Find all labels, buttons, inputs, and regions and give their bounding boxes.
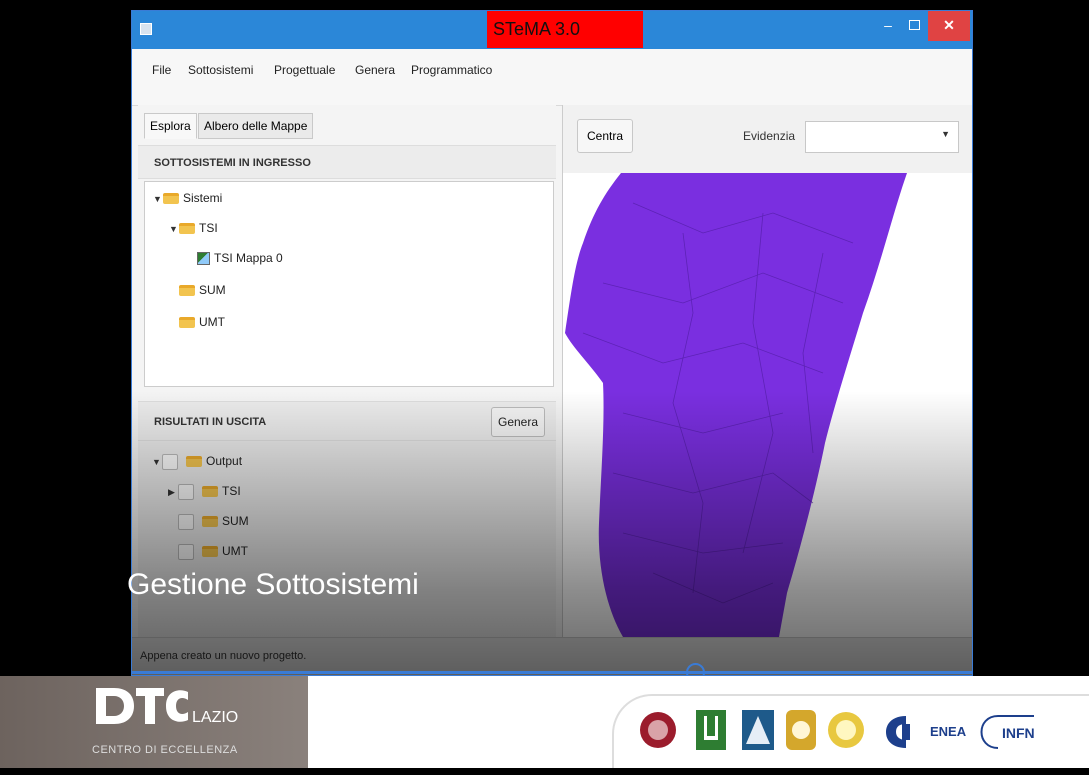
menu-bar: File Sottosistemi Progettuale Genera Pro… <box>132 49 972 106</box>
tuscia-logo <box>828 712 864 748</box>
evidenzia-label: Evidenzia <box>743 129 796 143</box>
partner-logos-graphic: ENEA INFN <box>640 710 1035 750</box>
tree-item-output[interactable]: ▼ Output <box>152 451 242 471</box>
title-bar: STeMA 3.0 – ✕ <box>132 11 972 49</box>
status-bar: Appena creato un nuovo progetto. <box>132 637 972 675</box>
left-panel: Esplora Albero delle Mappe SOTTOSISTEMI … <box>138 105 556 637</box>
menu-programmatico[interactable]: Programmatico <box>411 63 492 77</box>
maximize-icon <box>908 20 920 30</box>
centra-button[interactable]: Centra <box>577 119 633 153</box>
folder-icon <box>163 193 179 205</box>
folder-icon <box>179 223 195 235</box>
folder-icon <box>202 486 218 498</box>
menu-sottosistemi[interactable]: Sottosistemi <box>188 63 253 77</box>
umt-checkbox[interactable] <box>178 543 194 560</box>
map-panel: Centra Evidenzia ▼ <box>562 105 973 637</box>
menu-genera[interactable]: Genera <box>355 63 395 77</box>
folder-icon <box>186 456 202 468</box>
dtc-subtitle: CENTRO DI ECCELLENZA <box>92 744 238 756</box>
video-caption: Gestione Sottosistemi <box>127 568 419 601</box>
close-button[interactable]: ✕ <box>928 11 970 41</box>
footer-banner: LAZIO CENTRO DI ECCELLENZA ENEA INFN <box>0 676 1089 768</box>
tree-item-tsi-mappa-0[interactable]: TSI Mappa 0 <box>197 248 283 268</box>
tab-albero-mappe[interactable]: Albero delle Mappe <box>198 113 314 139</box>
tree-item-output-umt[interactable]: UMT <box>178 541 248 561</box>
tree-item-umt[interactable]: UMT <box>179 312 225 332</box>
sapienza-logo <box>640 712 676 748</box>
cassino-logo <box>786 710 816 750</box>
dtc-band: LAZIO CENTRO DI ECCELLENZA <box>0 676 308 768</box>
expand-arrow-icon[interactable]: ▼ <box>152 452 162 472</box>
infn-logo-text: INFN <box>1002 725 1035 741</box>
outputs-section-title: RISULTATI IN USCITA <box>154 416 267 428</box>
outputs-tree: ▼ Output ▶ TSI SUM UMT <box>138 441 556 637</box>
enea-logo-text: ENEA <box>930 724 967 739</box>
collapse-arrow-icon[interactable]: ▶ <box>168 482 178 502</box>
tor-vergata-logo <box>696 710 726 750</box>
tree-item-sistemi[interactable]: ▼ Sistemi <box>153 188 222 208</box>
lazio-text: LAZIO <box>192 709 238 726</box>
partner-logos: ENEA INFN <box>612 694 1089 768</box>
region-map[interactable] <box>563 173 973 637</box>
app-icon <box>140 23 152 35</box>
genera-button[interactable]: Genera <box>491 407 545 437</box>
video-progress-bar[interactable] <box>131 671 973 674</box>
folder-icon <box>179 317 195 329</box>
inputs-tree: ▼ Sistemi ▼ TSI TSI Mappa 0 SUM UMT <box>144 181 554 387</box>
map-file-icon <box>197 252 210 266</box>
roma-tre-logo <box>742 710 774 750</box>
tsi-checkbox[interactable] <box>178 483 194 500</box>
tree-item-output-sum[interactable]: SUM <box>178 511 249 531</box>
menu-file[interactable]: File <box>152 63 171 77</box>
tree-item-output-tsi[interactable]: ▶ TSI <box>168 481 241 501</box>
maximize-button[interactable] <box>902 11 926 41</box>
map-region-shape[interactable] <box>565 173 907 637</box>
tree-item-tsi[interactable]: ▼ TSI <box>169 218 218 238</box>
folder-icon <box>202 516 218 528</box>
tab-esplora[interactable]: Esplora <box>144 113 197 139</box>
window-title: STeMA 3.0 <box>487 11 643 48</box>
output-checkbox[interactable] <box>162 453 178 470</box>
chevron-down-icon: ▼ <box>941 129 950 139</box>
evidenzia-select[interactable]: ▼ <box>805 121 959 153</box>
inputs-section-header: SOTTOSISTEMI IN INGRESSO <box>138 145 556 179</box>
map-canvas[interactable] <box>563 173 973 637</box>
folder-icon <box>202 546 218 558</box>
folder-icon <box>179 285 195 297</box>
expand-arrow-icon[interactable]: ▼ <box>153 189 163 209</box>
sum-checkbox[interactable] <box>178 513 194 530</box>
menu-progettuale[interactable]: Progettuale <box>274 63 335 77</box>
dtc-lazio-logo: LAZIO <box>96 688 238 726</box>
outputs-section-header: RISULTATI IN USCITA Genera <box>138 401 556 441</box>
expand-arrow-icon[interactable]: ▼ <box>169 219 179 239</box>
cnr-logo <box>886 716 910 748</box>
tree-item-sum[interactable]: SUM <box>179 280 226 300</box>
minimize-button[interactable]: – <box>876 11 900 41</box>
